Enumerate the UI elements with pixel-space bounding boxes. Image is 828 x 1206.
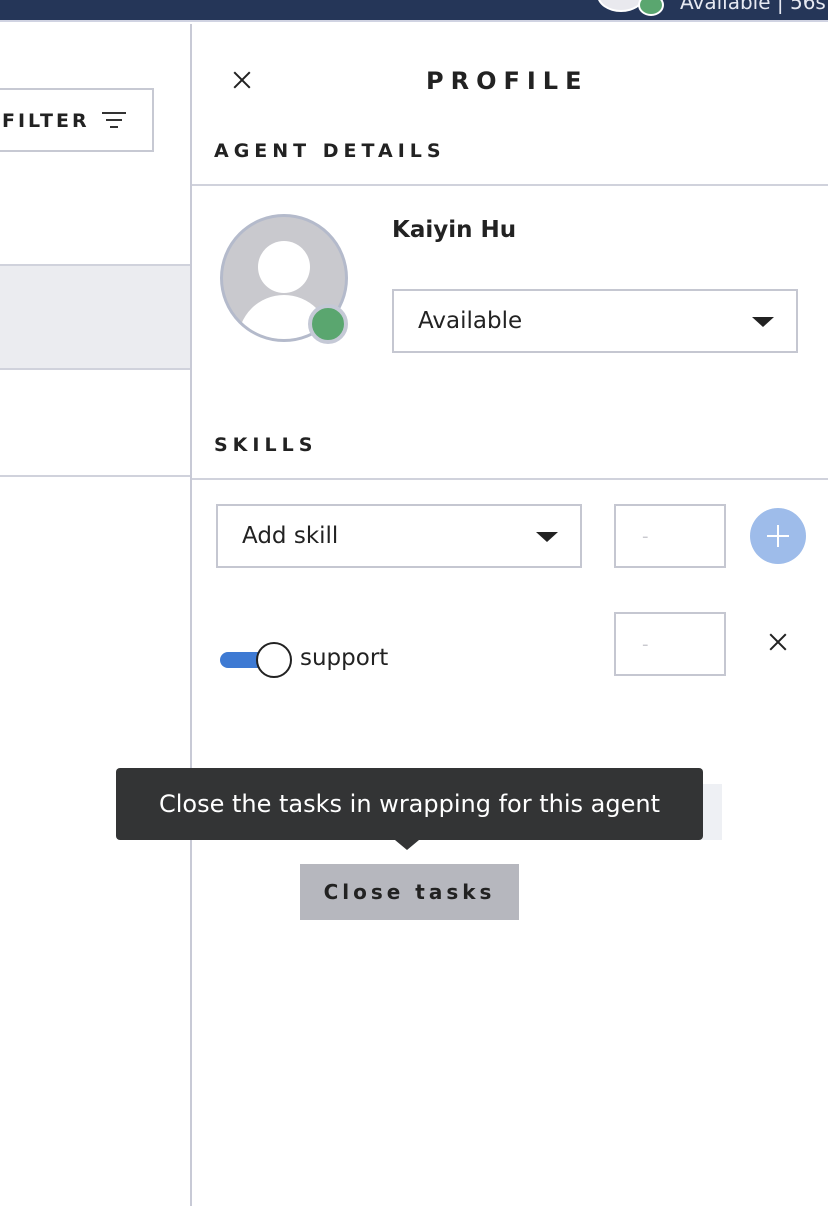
status-select-value: Available (418, 308, 523, 334)
filter-icon (101, 110, 127, 130)
filter-button[interactable]: FILTER (0, 88, 154, 152)
add-skill-select[interactable]: Add skill (216, 504, 582, 568)
remove-icon[interactable] (766, 630, 790, 654)
agent-details-heading: AGENT DETAILS (214, 140, 446, 162)
list-divider (0, 475, 191, 477)
status-select[interactable]: Available (392, 289, 798, 353)
avatar-head-shape (258, 241, 310, 293)
close-icon[interactable] (228, 66, 256, 94)
agent-status-timer[interactable]: Available | 56s (680, 0, 826, 14)
tooltip-arrow (395, 840, 419, 850)
list-item-selected[interactable] (0, 264, 191, 370)
add-skill-placeholder: Add skill (242, 523, 339, 549)
presence-dot (308, 304, 348, 344)
skill-toggle[interactable] (220, 640, 292, 680)
agent-name: Kaiyin Hu (392, 217, 517, 243)
plus-icon[interactable] (750, 508, 806, 564)
tooltip: Close the tasks in wrapping for this age… (116, 768, 703, 840)
toggle-knob (256, 642, 292, 678)
caret-down-icon (752, 317, 774, 327)
skill-level-input[interactable] (614, 612, 726, 676)
skill-level-input[interactable] (614, 504, 726, 568)
skill-name: support (300, 645, 389, 671)
status-indicator-dot (638, 0, 664, 16)
close-tasks-button[interactable]: Close tasks (300, 864, 519, 920)
top-bar: Available | 56s (0, 0, 828, 22)
profile-panel: PROFILE AGENT DETAILS Kaiyin Hu Availabl… (192, 24, 828, 1206)
section-divider (192, 184, 828, 186)
filter-label: FILTER (2, 110, 90, 132)
panel-title: PROFILE (426, 67, 589, 95)
section-divider (192, 478, 828, 480)
skills-heading: SKILLS (214, 434, 318, 456)
caret-down-icon (536, 532, 558, 542)
agent-list-pane: FILTER (0, 24, 191, 1206)
